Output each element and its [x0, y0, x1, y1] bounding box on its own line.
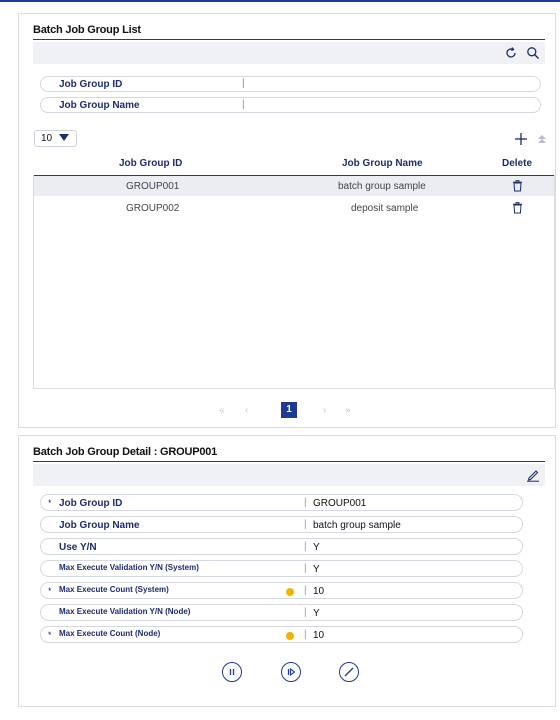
- detail-field-max-exec-count-system: * Max Execute Count (System) | 10: [40, 582, 523, 599]
- detail-field-max-exec-count-node: * Max Execute Count (Node) | 10: [40, 626, 523, 643]
- search-icon[interactable]: [525, 45, 541, 61]
- help-icon[interactable]: [286, 632, 294, 640]
- batch-job-group-list-panel: Batch Job Group List Job Group ID | Job …: [18, 13, 556, 428]
- detail-field-job-group-id: * Job Group ID | GROUP001: [40, 494, 523, 511]
- detail-value-max-exec-validation-node: Y: [313, 608, 320, 619]
- pagination: « ‹ 1 › »: [19, 402, 555, 420]
- required-mark: *: [48, 498, 52, 508]
- scroll-top-icon[interactable]: [535, 132, 549, 146]
- detail-label-max-exec-count-node: Max Execute Count (Node): [59, 629, 161, 638]
- field-separator: |: [304, 541, 307, 552]
- detail-label-max-exec-validation-node: Max Execute Validation Y/N (Node): [59, 607, 191, 616]
- search-label-job-group-id: Job Group ID: [59, 79, 123, 90]
- detail-field-max-exec-validation-system: Max Execute Validation Y/N (System) | Y: [40, 560, 523, 577]
- page-size-value: 10: [41, 133, 53, 144]
- detail-label-max-exec-count-system: Max Execute Count (System): [59, 585, 169, 594]
- job-group-name-search-input[interactable]: [251, 100, 530, 112]
- job-group-id-search-input[interactable]: [251, 79, 530, 91]
- search-label-job-group-name: Job Group Name: [59, 100, 140, 111]
- field-separator: |: [242, 78, 245, 89]
- field-separator: |: [304, 497, 307, 508]
- current-page-button[interactable]: 1: [281, 402, 297, 418]
- field-separator: |: [304, 607, 307, 618]
- detail-label-use-yn: Use Y/N: [59, 542, 97, 553]
- search-field-job-group-name: Job Group Name |: [40, 97, 541, 113]
- resume-circle-icon[interactable]: [281, 662, 301, 682]
- detail-label-job-group-name: Job Group Name: [59, 520, 140, 531]
- refresh-icon[interactable]: [503, 45, 519, 61]
- first-page-button[interactable]: «: [219, 405, 225, 416]
- required-mark: *: [48, 586, 52, 596]
- detail-value-job-group-id: GROUP001: [313, 498, 367, 509]
- detail-value-use-yn: Y: [313, 542, 320, 553]
- detail-panel-title: Batch Job Group Detail : GROUP001: [33, 446, 218, 458]
- last-page-button[interactable]: »: [345, 405, 351, 416]
- detail-value-max-exec-validation-system: Y: [313, 564, 320, 575]
- field-separator: |: [304, 629, 307, 640]
- detail-field-use-yn: Use Y/N | Y: [40, 538, 523, 555]
- grid-body: [33, 175, 555, 389]
- stop-circle-icon[interactable]: [339, 662, 359, 682]
- plus-icon[interactable]: [513, 131, 529, 147]
- detail-field-max-exec-validation-node: Max Execute Validation Y/N (Node) | Y: [40, 604, 523, 621]
- grid-header: Job Group ID Job Group Name Delete: [33, 153, 555, 176]
- detail-label-job-group-id: Job Group ID: [59, 498, 123, 509]
- detail-value-max-exec-count-system: 10: [313, 586, 325, 597]
- pause-circle-icon[interactable]: [222, 662, 242, 682]
- detail-value-job-group-name: batch group sample: [313, 520, 401, 531]
- detail-value-max-exec-count-node: 10: [313, 630, 325, 641]
- list-panel-title: Batch Job Group List: [33, 24, 141, 36]
- next-page-button[interactable]: ›: [323, 405, 326, 416]
- pencil-icon[interactable]: [525, 467, 541, 483]
- detail-title-rule: [33, 461, 545, 462]
- field-separator: |: [304, 585, 307, 596]
- prev-page-button[interactable]: ‹: [245, 405, 248, 416]
- list-toolbar: [33, 42, 545, 64]
- field-separator: |: [304, 563, 307, 574]
- chevron-down-icon: [59, 134, 69, 141]
- detail-field-job-group-name: Job Group Name | batch group sample: [40, 516, 523, 533]
- column-header-job-group-name[interactable]: Job Group Name: [342, 158, 423, 169]
- top-accent-line: [0, 0, 560, 2]
- detail-toolbar: [33, 464, 545, 486]
- page-size-select[interactable]: 10: [34, 130, 77, 147]
- search-field-job-group-id: Job Group ID |: [40, 76, 541, 92]
- field-separator: |: [304, 519, 307, 530]
- column-header-job-group-id[interactable]: Job Group ID: [119, 158, 182, 169]
- help-icon[interactable]: [286, 588, 294, 596]
- detail-label-max-exec-validation-system: Max Execute Validation Y/N (System): [59, 563, 199, 572]
- list-title-rule: [33, 39, 545, 40]
- field-separator: |: [242, 99, 245, 110]
- required-mark: *: [48, 630, 52, 640]
- column-header-delete: Delete: [502, 158, 533, 169]
